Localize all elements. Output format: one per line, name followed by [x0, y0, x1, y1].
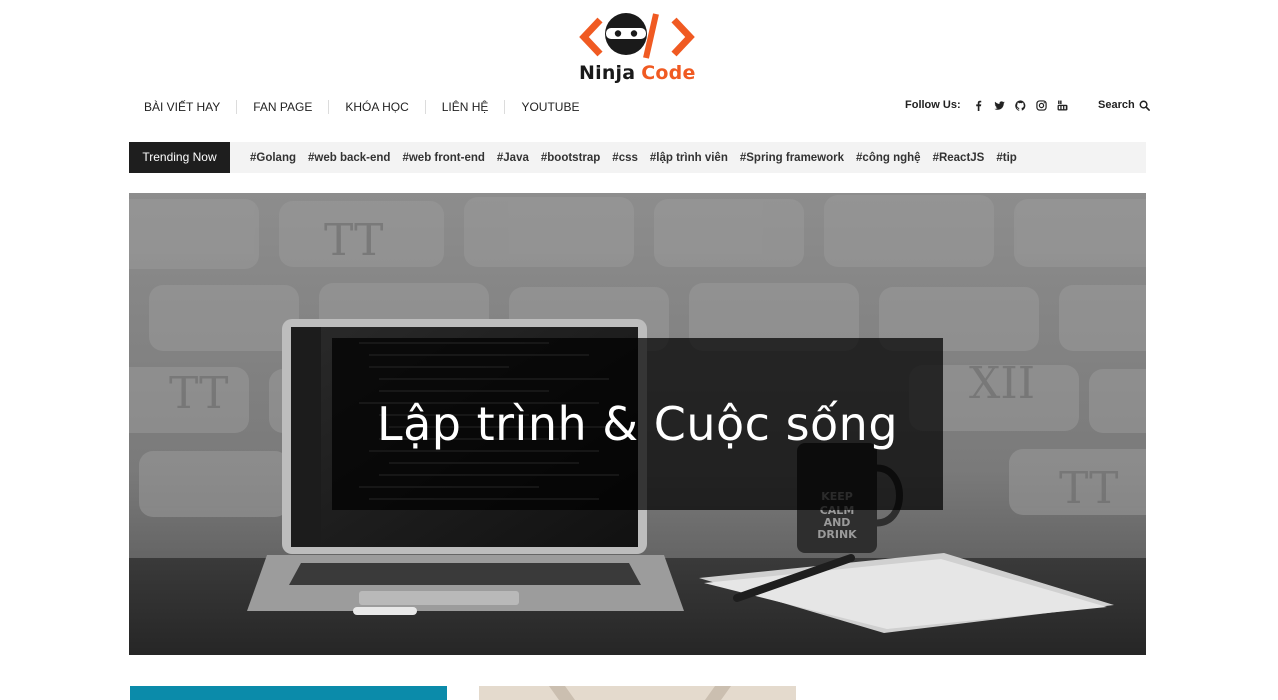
trending-tags: #Golang #web back-end #web front-end #Ja… [230, 152, 1029, 164]
trending-bar: Trending Now #Golang #web back-end #web … [129, 142, 1146, 173]
tag-link[interactable]: #Golang [250, 152, 296, 164]
follow-us: Follow Us: [905, 97, 1073, 113]
hero-title-box: Lập trình & Cuộc sống [332, 338, 943, 510]
article-card[interactable] [130, 686, 447, 700]
svg-text:XII: XII [969, 358, 1035, 409]
tag-link[interactable]: #công nghệ [856, 152, 921, 164]
site-logo[interactable]: Ninja Code [578, 10, 696, 84]
search-label: Search [1098, 99, 1135, 111]
tag-link[interactable]: #ReactJS [933, 152, 985, 164]
article-card[interactable] [479, 686, 796, 700]
brand-name-part1: Ninja [579, 62, 636, 84]
article-thumbnail [549, 686, 731, 700]
nav-item-fan-page[interactable]: FAN PAGE [236, 100, 328, 114]
instagram-icon[interactable] [1035, 99, 1047, 111]
hero-title: Lập trình & Cuộc sống [376, 397, 899, 451]
tag-link[interactable]: #tip [996, 152, 1016, 164]
search-icon [1139, 100, 1150, 111]
nav-item-youtube[interactable]: YOUTUBE [504, 100, 595, 114]
brand-name: Ninja Code [579, 62, 696, 84]
twitter-icon[interactable] [993, 100, 1005, 111]
brand-name-part2: Code [641, 62, 696, 84]
tag-link[interactable]: #lập trình viên [650, 152, 728, 164]
tag-link[interactable]: #bootstrap [541, 152, 600, 164]
facebook-icon[interactable] [973, 100, 984, 111]
nav-item-lien-he[interactable]: LIÊN HỆ [424, 100, 505, 114]
follow-label: Follow Us: [905, 99, 961, 111]
tag-link[interactable]: #Java [497, 152, 529, 164]
ninja-code-logo-icon [579, 13, 695, 59]
nav-item-bai-viet-hay[interactable]: BÀI VIẾT HAY [129, 100, 236, 114]
svg-text:DRINK: DRINK [817, 528, 857, 541]
search-button[interactable]: Search [1098, 97, 1150, 113]
svg-text:TT: TT [1059, 463, 1119, 514]
trending-label: Trending Now [129, 142, 230, 173]
tag-link[interactable]: #Spring framework [740, 152, 844, 164]
svg-text:TT: TT [324, 215, 384, 266]
github-icon[interactable] [1014, 99, 1026, 111]
main-nav: BÀI VIẾT HAY FAN PAGE KHÓA HỌC LIÊN HỆ Y… [129, 97, 595, 117]
nav-item-khoa-hoc[interactable]: KHÓA HỌC [328, 100, 424, 114]
svg-text:TT: TT [169, 368, 229, 419]
tag-link[interactable]: #web back-end [308, 152, 390, 164]
tag-link[interactable]: #css [612, 152, 638, 164]
tag-link[interactable]: #web front-end [402, 152, 484, 164]
youtube-icon[interactable] [1057, 100, 1068, 111]
hero-banner[interactable]: TT TT XII TT CALM AND DRINK Lập trình & … [129, 193, 1146, 655]
